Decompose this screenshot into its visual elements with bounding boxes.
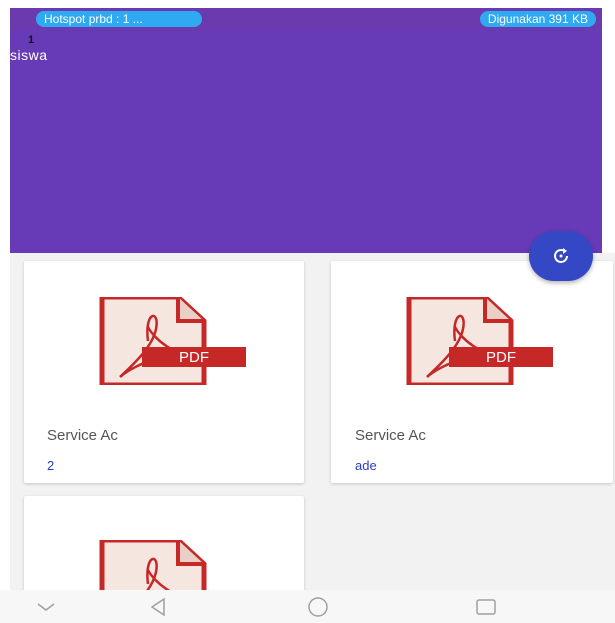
- card-subtitle: 2: [47, 458, 55, 473]
- status-bar: Hotspot prbd : 1 ... Digunakan 391 KB: [10, 8, 602, 30]
- app-header: 1 siswa: [10, 30, 602, 253]
- system-nav-bar: [0, 590, 615, 623]
- pdf-file-icon: PDF: [406, 297, 553, 385]
- home-button[interactable]: [300, 594, 336, 620]
- file-card[interactable]: PDF Service Ac ade: [331, 261, 613, 483]
- file-card[interactable]: PDF Service Ac 2: [24, 261, 304, 483]
- refresh-button[interactable]: [529, 231, 593, 281]
- card-title: Service Ac: [47, 427, 118, 444]
- page-title: siswa: [10, 47, 48, 63]
- card-grid: PDF Service Ac 2 PDF Service Ac ade: [10, 253, 615, 590]
- hide-nav-button[interactable]: [28, 594, 64, 620]
- recent-apps-button[interactable]: [468, 594, 504, 620]
- pdf-file-icon: [99, 540, 207, 590]
- chevron-down-icon: [37, 603, 55, 611]
- recent-apps-icon: [476, 599, 496, 615]
- svg-text:PDF: PDF: [486, 349, 516, 366]
- item-count: 1: [28, 34, 35, 46]
- refresh-icon: [554, 248, 568, 263]
- svg-text:PDF: PDF: [179, 349, 209, 366]
- data-usage-pill[interactable]: Digunakan 391 KB: [479, 11, 596, 27]
- card-subtitle: ade: [355, 458, 377, 473]
- card-title: Service Ac: [355, 427, 426, 444]
- back-button[interactable]: [140, 594, 176, 620]
- file-card[interactable]: [24, 496, 304, 590]
- home-icon: [308, 597, 328, 617]
- app-screen: Hotspot prbd : 1 ... Digunakan 391 KB 1 …: [0, 0, 615, 623]
- back-icon: [150, 597, 165, 617]
- hotspot-status-pill[interactable]: Hotspot prbd : 1 ...: [36, 11, 202, 27]
- screen-edge: [0, 0, 10, 623]
- pdf-file-icon: PDF: [99, 297, 246, 385]
